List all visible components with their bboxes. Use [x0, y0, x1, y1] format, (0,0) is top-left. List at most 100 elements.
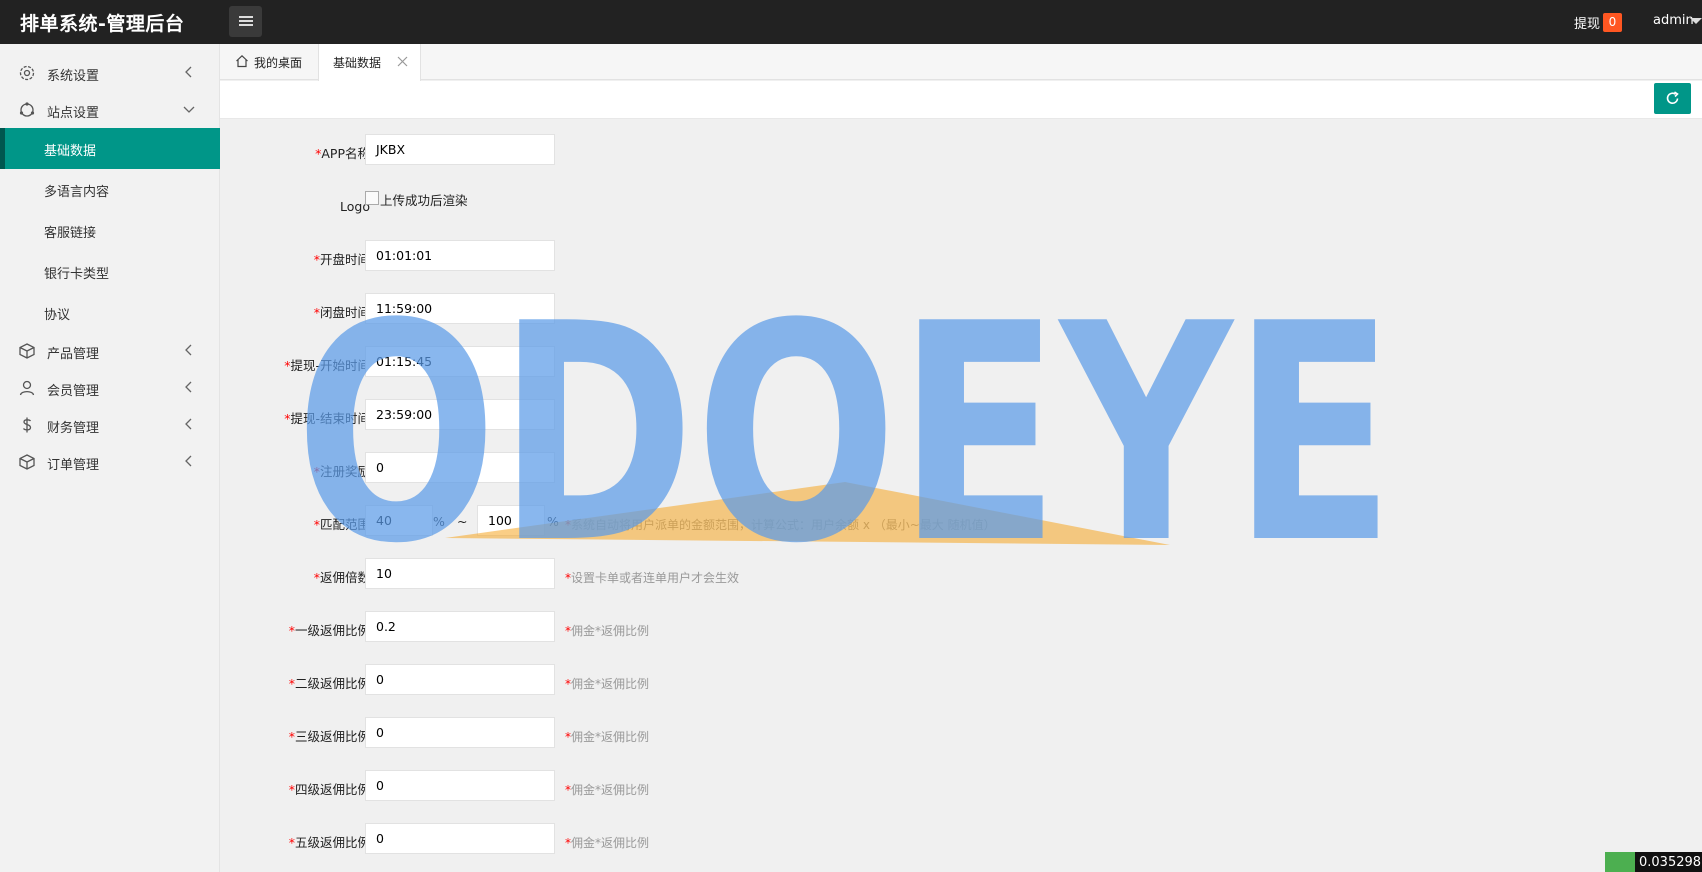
broken-image-icon — [365, 191, 379, 205]
withdraw-end-input[interactable]: 23:59:00 — [365, 399, 555, 430]
level3-ratio-input[interactable]: 0 — [365, 717, 555, 748]
sidebar-item-label: 会员管理 — [47, 384, 100, 399]
sidebar-subitem-service-link[interactable]: 客服链接 — [0, 210, 220, 251]
withdraw-link[interactable]: 提现 — [1574, 13, 1600, 32]
sidebar-item-finance[interactable]: 财务管理 — [0, 407, 220, 444]
content-toolbar — [220, 81, 1702, 119]
field-label: *闭盘时间 — [313, 305, 370, 320]
close-icon[interactable] — [397, 56, 408, 67]
level2-ratio-input[interactable]: 0 — [365, 664, 555, 695]
sidebar-subitem-label: 基础数据 — [44, 144, 97, 159]
form-row-commission-multiple: *返佣倍数 10 *设置卡单或者连单用户才会生效 — [220, 558, 1220, 590]
match-range-min-input[interactable]: 40 — [365, 505, 433, 536]
sidebar-item-label: 产品管理 — [47, 347, 100, 362]
field-label: *APP名称 — [315, 146, 370, 161]
field-label: *四级返佣比例 — [288, 782, 370, 797]
field-hint: *佣金*返佣比例 — [565, 677, 650, 691]
form-row-level4: *四级返佣比例 0 *佣金*返佣比例 — [220, 770, 1220, 802]
sidebar-item-members[interactable]: 会员管理 — [0, 370, 220, 407]
field-label: *注册奖励 — [313, 464, 370, 479]
refresh-button[interactable] — [1654, 83, 1691, 114]
chevron-left-icon — [185, 455, 192, 467]
field-label: *提现-结束时间 — [284, 411, 370, 426]
sidebar-subitem-basic-data[interactable]: 基础数据 — [0, 128, 220, 169]
sidebar-item-label: 财务管理 — [47, 421, 100, 436]
field-hint: *佣金*返佣比例 — [565, 730, 650, 744]
chevron-left-icon — [185, 344, 192, 356]
sidebar-subitem-bank-card-type[interactable]: 银行卡类型 — [0, 251, 220, 292]
level1-ratio-input[interactable]: 0.2 — [365, 611, 555, 642]
sidebar-subitem-multilang[interactable]: 多语言内容 — [0, 169, 220, 210]
field-label: Logo — [340, 199, 370, 214]
top-header: 排单系统-管理后台 提现 0 admin — [0, 0, 1702, 44]
field-label: *匹配范围 — [313, 517, 370, 532]
sidebar-item-products[interactable]: 产品管理 — [0, 333, 220, 370]
home-icon — [236, 54, 248, 68]
form-row-logo: Logo 上传成功后渲染 — [220, 187, 1220, 219]
corner-widget[interactable]: 0.035298 — [1605, 852, 1702, 872]
form-row-open-time: *开盘时间 01:01:01 — [220, 240, 1220, 272]
form-row-level3: *三级返佣比例 0 *佣金*返佣比例 — [220, 717, 1220, 749]
form-row-match-range: *匹配范围 40 % ~ 100 % *系统自动将用户派单的金额范围，计算公式：… — [220, 505, 1220, 537]
sidebar-subitem-label: 银行卡类型 — [44, 267, 110, 282]
commission-multiple-input[interactable]: 10 — [365, 558, 555, 589]
field-label: *二级返佣比例 — [288, 676, 370, 691]
sidebar-subitem-agreement[interactable]: 协议 — [0, 292, 220, 333]
register-bonus-input[interactable]: 0 — [365, 452, 555, 483]
match-range-max-input[interactable]: 100 — [477, 505, 545, 536]
sidebar-item-system-settings[interactable]: 系统设置 — [0, 55, 220, 92]
field-label: *提现-开始时间 — [284, 358, 370, 373]
form-row-level5: *五级返佣比例 0 *佣金*返佣比例 — [220, 823, 1220, 855]
dollar-icon — [22, 417, 32, 433]
form-row-withdraw-start: *提现-开始时间 01:15:45 — [220, 346, 1220, 378]
app-title: 排单系统-管理后台 — [20, 13, 185, 35]
level4-ratio-input[interactable]: 0 — [365, 770, 555, 801]
tab-basic-data[interactable]: 基础数据 — [318, 44, 421, 81]
gear-icon — [19, 65, 35, 81]
sidebar-item-orders[interactable]: 订单管理 — [0, 444, 220, 481]
sidebar-item-label: 站点设置 — [47, 106, 100, 121]
field-hint: *佣金*返佣比例 — [565, 836, 650, 850]
menu-icon — [239, 16, 253, 18]
caret-down-icon[interactable] — [1690, 18, 1702, 24]
form-row-app-name: *APP名称 JKBX — [220, 134, 1220, 166]
tab-my-desktop[interactable]: 我的桌面 — [220, 44, 318, 81]
box-icon — [19, 454, 35, 470]
form-row-level1: *一级返佣比例 0.2 *佣金*返佣比例 — [220, 611, 1220, 643]
withdraw-count-badge: 0 — [1603, 13, 1622, 32]
sidebar-item-label: 系统设置 — [47, 69, 100, 84]
tab-label: 我的桌面 — [254, 56, 303, 70]
app-name-input[interactable]: JKBX — [365, 134, 555, 165]
chevron-left-icon — [185, 418, 192, 430]
form-row-register-bonus: *注册奖励 0 — [220, 452, 1220, 484]
sidebar-item-site-settings[interactable]: 站点设置 — [0, 92, 220, 129]
field-hint: *系统自动将用户派单的金额范围，计算公式：用户余额 x （最小~最大 随机值） — [565, 518, 996, 532]
user-menu[interactable]: admin — [1653, 13, 1694, 28]
sidebar-subitem-label: 协议 — [44, 308, 71, 323]
field-label: *返佣倍数 — [313, 570, 370, 585]
field-hint: *佣金*返佣比例 — [565, 783, 650, 797]
form-row-withdraw-end: *提现-结束时间 23:59:00 — [220, 399, 1220, 431]
field-label: *开盘时间 — [313, 252, 370, 267]
field-label: *五级返佣比例 — [288, 835, 370, 850]
menu-toggle-button[interactable] — [229, 6, 262, 37]
logo-image-placeholder[interactable]: 上传成功后渲染 — [365, 189, 475, 208]
percent-unit: % — [433, 514, 445, 529]
chevron-left-icon — [185, 381, 192, 393]
form-row-close-time: *闭盘时间 11:59:00 — [220, 293, 1220, 325]
withdraw-start-input[interactable]: 01:15:45 — [365, 346, 555, 377]
sidebar-item-label: 订单管理 — [47, 458, 100, 473]
close-time-input[interactable]: 11:59:00 — [365, 293, 555, 324]
site-icon — [19, 102, 35, 117]
chevron-left-icon — [185, 66, 192, 78]
level5-ratio-input[interactable]: 0 — [365, 823, 555, 854]
percent-unit: % — [547, 514, 559, 529]
refresh-icon — [1666, 91, 1679, 104]
field-label: *三级返佣比例 — [288, 729, 370, 744]
tab-bar: 我的桌面 基础数据 — [220, 44, 1702, 81]
range-separator: ~ — [457, 514, 468, 529]
open-time-input[interactable]: 01:01:01 — [365, 240, 555, 271]
field-hint: *佣金*返佣比例 — [565, 624, 650, 638]
field-hint: *设置卡单或者连单用户才会生效 — [565, 571, 740, 585]
sidebar-subitem-label: 多语言内容 — [44, 185, 110, 200]
